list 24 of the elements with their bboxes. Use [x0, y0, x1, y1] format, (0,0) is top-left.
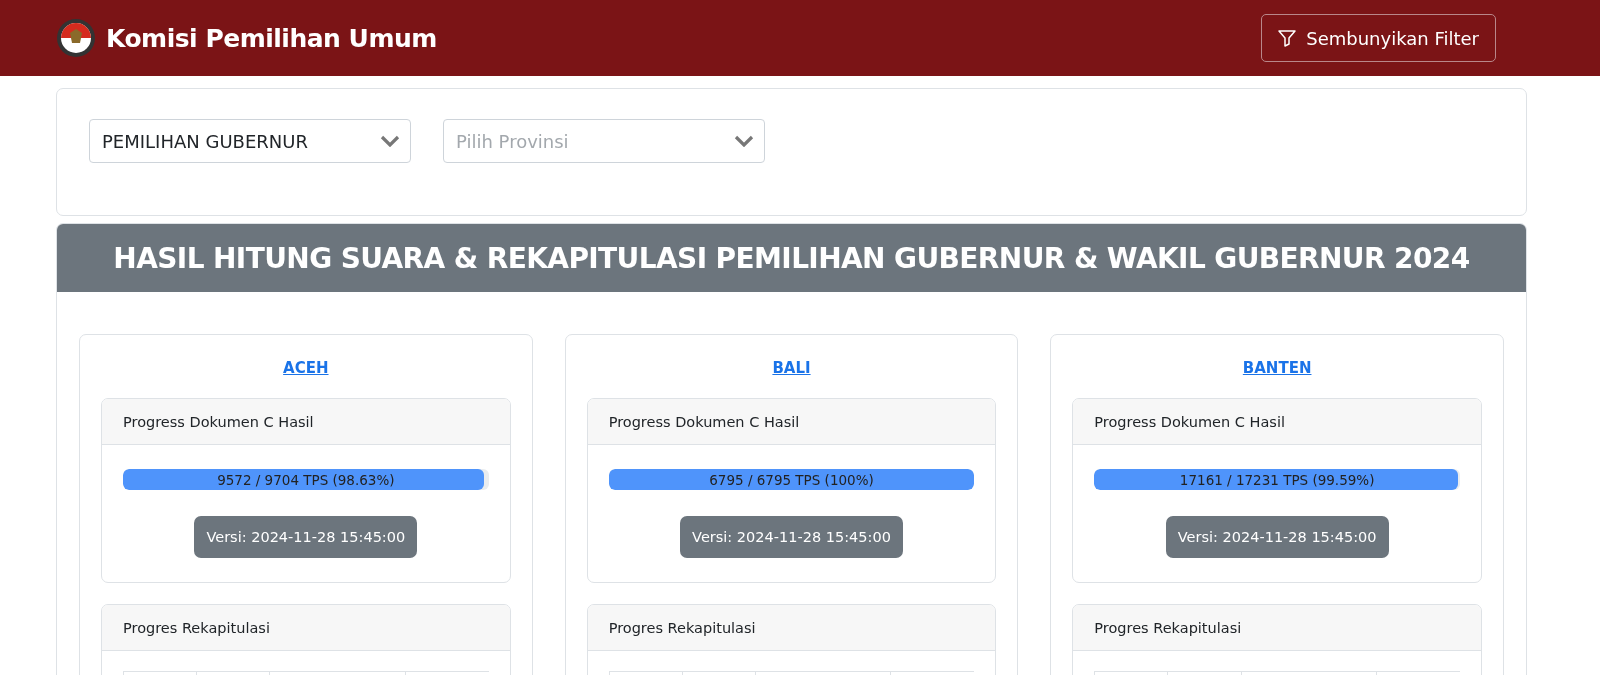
- progress-reading: 6795 / 6795 TPS (100%): [708, 470, 875, 490]
- province-link[interactable]: BANTEN: [1242, 359, 1312, 377]
- version-badge: Versi: 2024-11-28 15:45:00: [194, 516, 418, 558]
- card-title: Progres Rekapitulasi: [123, 619, 270, 636]
- card-title: Progress Dokumen C Hasil: [123, 413, 314, 430]
- dropdown-field[interactable]: PEMILIHAN GUBERNUR: [89, 119, 411, 163]
- card-title: Progres Rekapitulasi: [608, 619, 756, 636]
- filter-icon: [1278, 29, 1297, 47]
- card-title: Progress Dokumen C Hasil: [608, 413, 800, 430]
- dropdown-field[interactable]: Pilih Provinsi: [443, 119, 765, 163]
- progress-reading: 9572 / 9704 TPS (98.63%): [216, 470, 396, 490]
- emblem-logo: [56, 18, 96, 58]
- version-badge: Versi: 2024-11-28 15:45:00: [680, 516, 903, 558]
- province-link[interactable]: BALI: [772, 359, 811, 377]
- card-title: Progres Rekapitulasi: [1094, 619, 1242, 636]
- chevron-down-icon: [734, 135, 754, 147]
- app-title: Komisi Pemilihan Umum: [106, 23, 437, 53]
- hide-filter-button[interactable]: Sembunyikan Filter: [1261, 14, 1496, 62]
- progress-reading: 17161 / 17231 TPS (99.59%): [1178, 470, 1376, 490]
- results-heading: HASIL HITUNG SUARA & REKAPITULASI PEMILIHAN GUBERNUR & WAKIL GUBERNUR 2024: [57, 224, 1526, 292]
- chevron-down-icon: [380, 135, 400, 147]
- province-link[interactable]: ACEH: [283, 359, 329, 377]
- card-title: Progress Dokumen C Hasil: [1094, 413, 1285, 430]
- version-badge: Versi: 2024-11-28 15:45:00: [1165, 516, 1389, 558]
